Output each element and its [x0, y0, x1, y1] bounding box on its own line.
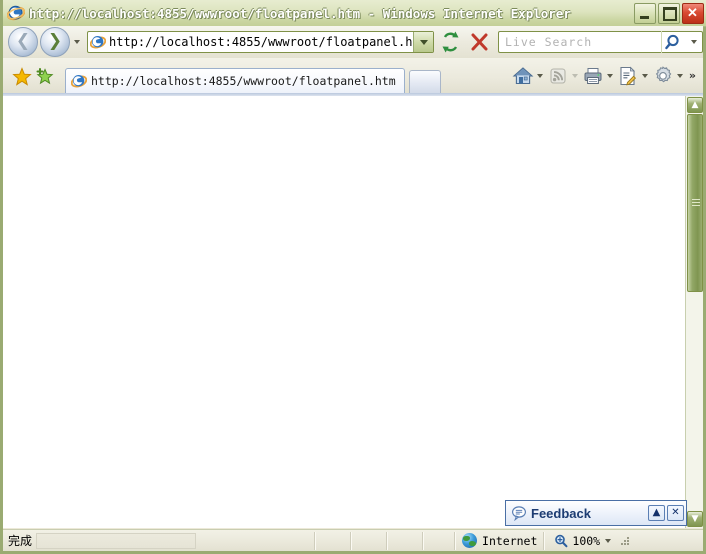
scroll-up-button[interactable]: ▲ [687, 97, 703, 113]
page-content [3, 96, 686, 528]
toolbar-overflow-button[interactable]: » [686, 64, 699, 88]
tools-gear-icon[interactable] [651, 64, 675, 88]
refresh-icon [442, 31, 459, 53]
zoom-control[interactable]: 100% [545, 531, 616, 551]
internet-explorer-icon [7, 4, 25, 22]
rss-feed-icon [546, 64, 570, 88]
navigation-toolbar: ❮ ❯ http://localhost:4855/wwwroot/floatp… [3, 26, 703, 58]
command-toolbar: » [511, 58, 703, 93]
status-bar: 完成 Internet 100% [3, 529, 703, 551]
search-dropdown-button[interactable] [686, 31, 702, 53]
stop-button[interactable] [467, 30, 492, 54]
stop-x-icon [471, 33, 488, 51]
scrollbar-grip-icon [692, 199, 700, 207]
star-plus-icon [36, 68, 54, 85]
feedback-panel[interactable]: Feedback ▲ ✕ [505, 500, 687, 526]
close-icon: ✕ [671, 507, 680, 518]
resize-grip-icon[interactable] [618, 534, 632, 548]
new-tab-button[interactable] [408, 70, 441, 93]
back-button[interactable]: ❮ [8, 27, 38, 57]
feedback-close-button[interactable]: ✕ [667, 505, 684, 521]
globe-icon [462, 533, 478, 548]
status-separator [422, 531, 425, 550]
add-to-favorites-button[interactable] [33, 65, 55, 89]
recent-pages-button[interactable] [70, 28, 84, 56]
search-go-button[interactable] [661, 31, 686, 53]
address-bar[interactable]: http://localhost:4855/wwwroot/floatpanel… [87, 31, 434, 53]
print-dropdown-button[interactable] [605, 64, 616, 88]
scroll-down-button[interactable]: ▼ [687, 511, 703, 527]
progress-bar [36, 532, 197, 549]
tab-favicon-icon [71, 73, 87, 89]
maximize-button[interactable] [658, 3, 680, 24]
page-icon[interactable] [616, 64, 640, 88]
title-bar: http://localhost:4855/wwwroot/floatpanel… [3, 0, 706, 27]
close-button[interactable]: ✕ [682, 3, 704, 24]
page-dropdown-button[interactable] [640, 64, 651, 88]
feedback-collapse-button[interactable]: ▲ [648, 505, 665, 521]
search-input[interactable]: Live Search [499, 35, 661, 49]
speech-bubble-icon [511, 505, 527, 521]
chevron-down-icon [604, 538, 611, 543]
address-dropdown-button[interactable] [413, 32, 433, 52]
vertical-scrollbar[interactable]: ▲ ▼ [685, 96, 703, 528]
chevron-down-icon [690, 40, 697, 44]
tools-dropdown-button[interactable] [675, 64, 686, 88]
chevron-down-icon [536, 73, 543, 78]
status-separator [386, 531, 389, 550]
address-favicon-icon [90, 34, 106, 50]
print-icon[interactable] [581, 64, 605, 88]
tab-strip: http://localhost:4855/wwwroot/floatpanel… [3, 58, 703, 93]
window-title: http://localhost:4855/wwwroot/floatpanel… [29, 5, 571, 21]
chevron-down-icon [676, 73, 683, 78]
star-icon [12, 67, 32, 86]
home-dropdown-button[interactable] [535, 64, 546, 88]
chevron-down-icon [641, 73, 648, 78]
status-text: 完成 [8, 534, 33, 548]
arrow-right-icon: ❯ [47, 31, 63, 51]
arrow-up-icon: ▲ [691, 100, 699, 110]
chevron-down-icon [73, 40, 80, 44]
status-separator [314, 531, 317, 550]
close-icon: ✕ [687, 5, 698, 20]
maximize-icon [663, 7, 677, 21]
search-icon [665, 34, 679, 50]
security-zone[interactable]: Internet [456, 533, 543, 548]
security-zone-label: Internet [482, 533, 538, 548]
tab-title: http://localhost:4855/wwwroot/floatpanel… [91, 74, 396, 88]
home-icon[interactable] [511, 64, 535, 88]
status-separator [350, 531, 353, 550]
minimize-icon [640, 16, 649, 19]
minimize-button[interactable] [634, 3, 656, 24]
caret-up-icon: ▲ [652, 507, 661, 518]
zoom-dropdown-button[interactable] [600, 531, 616, 551]
zoom-level-label: 100% [572, 533, 601, 548]
chevron-down-icon [606, 73, 613, 78]
chevron-down-icon [571, 73, 578, 78]
zoom-magnifier-icon [553, 533, 569, 549]
feeds-dropdown-button [570, 64, 581, 88]
arrow-left-icon: ❮ [15, 31, 31, 51]
arrow-down-icon: ▼ [691, 514, 699, 524]
address-input[interactable]: http://localhost:4855/wwwroot/floatpanel… [109, 35, 413, 49]
scrollbar-thumb[interactable] [687, 114, 703, 292]
refresh-button[interactable] [438, 30, 463, 54]
window-controls: ✕ [634, 3, 704, 24]
forward-button[interactable]: ❯ [40, 27, 70, 57]
browser-window: http://localhost:4855/wwwroot/floatpanel… [0, 0, 706, 554]
search-box[interactable]: Live Search [498, 31, 703, 53]
feedback-label: Feedback [531, 505, 591, 521]
chevron-down-icon [420, 40, 428, 45]
favorites-center-button[interactable] [11, 65, 33, 89]
browser-tab[interactable]: http://localhost:4855/wwwroot/floatpanel… [65, 68, 405, 93]
